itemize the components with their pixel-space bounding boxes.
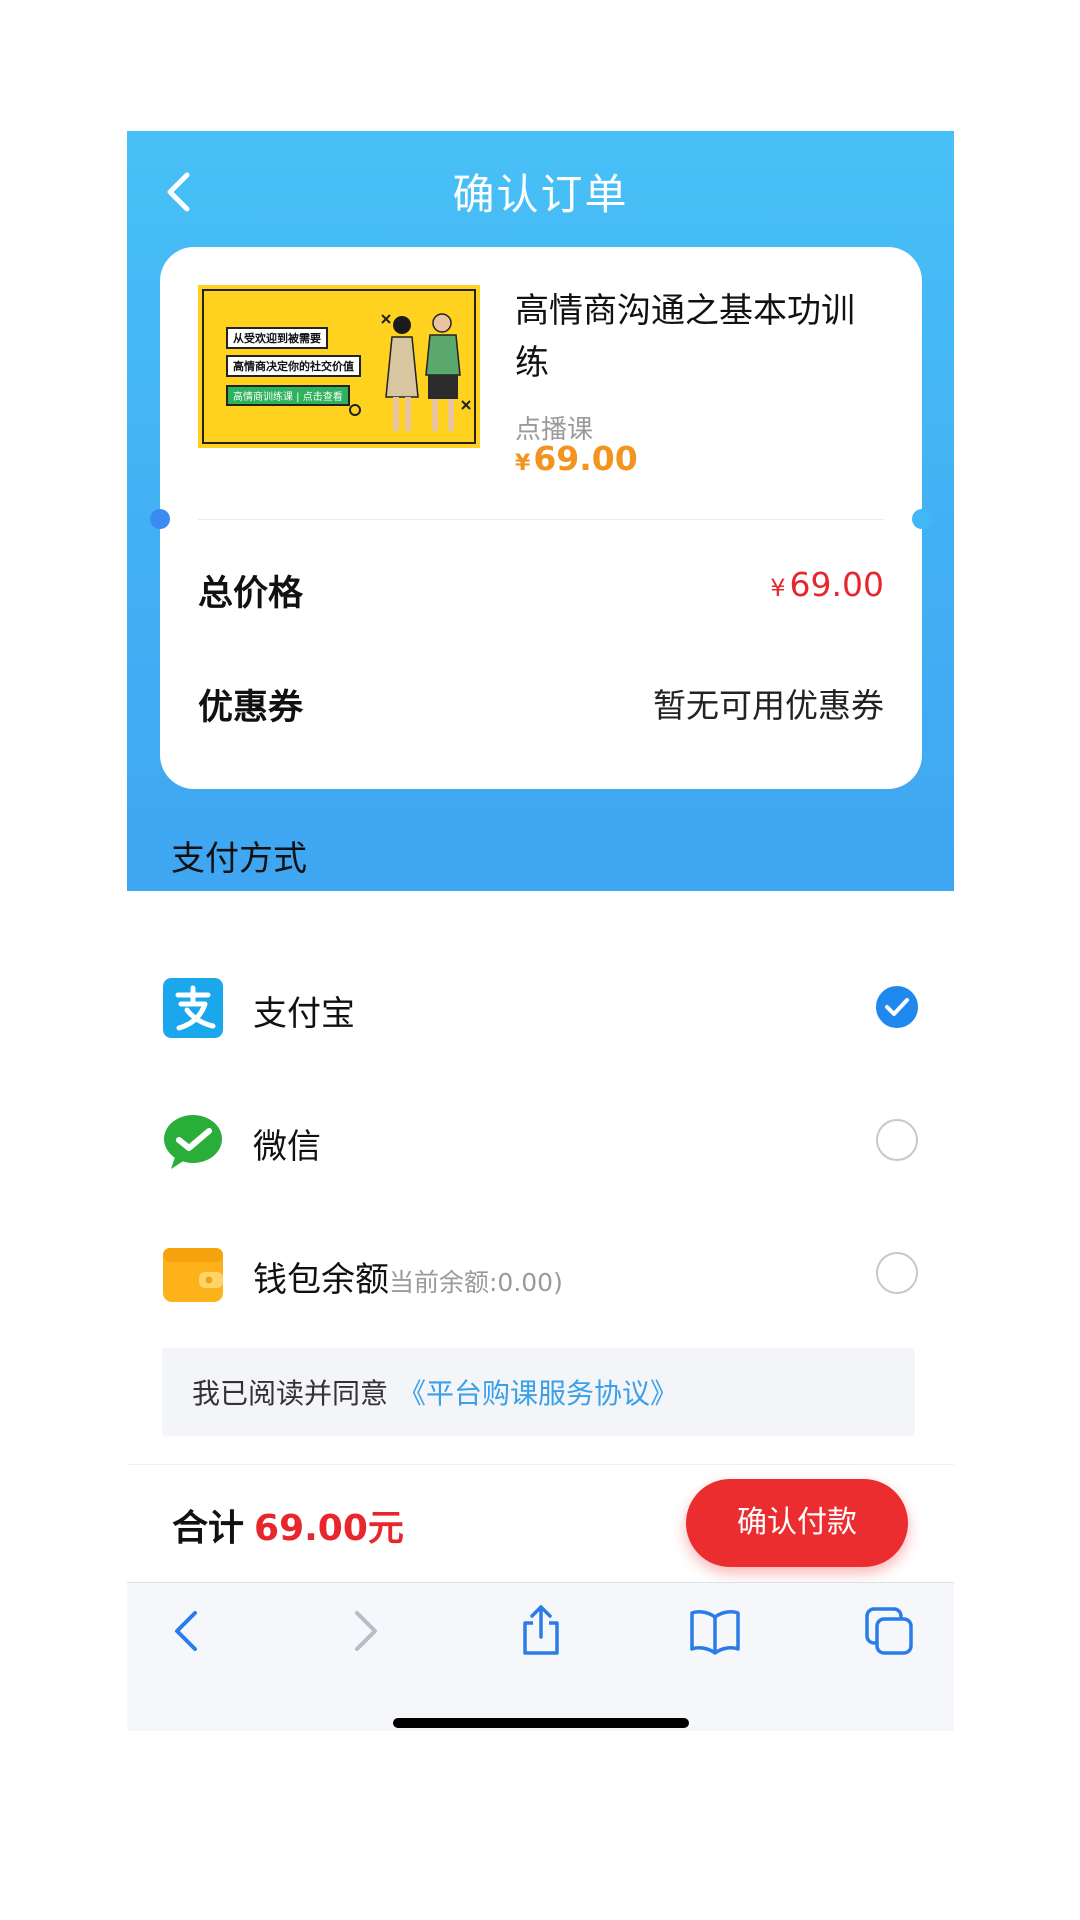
agreement-link[interactable]: 《平台购课服务协议》 [398,1377,678,1410]
share-icon[interactable] [513,1603,569,1659]
confirm-pay-button[interactable]: 确认付款 [686,1479,908,1567]
wechat-label: 微信 [253,1127,321,1167]
wallet-radio[interactable] [876,1252,918,1294]
course-name: 高情商沟通之基本功训练 [515,291,855,383]
alipay-label: 支付宝 [253,994,355,1034]
payment-option-wallet[interactable]: 钱包余额当前余额:0.00) [163,1244,918,1304]
wallet-balance-text: 当前余额:0.00) [389,1268,563,1297]
back-icon[interactable] [161,1603,217,1659]
checkout-bar: 合计 69.00元 确认付款 [127,1464,954,1583]
bookmarks-icon[interactable] [687,1603,743,1659]
thumbnail-tag-3: 高情商训练课 | 点击查看 [226,385,350,406]
total-yen-symbol: ¥ [770,574,786,602]
thumbnail-tag-2: 高情商决定你的社交价值 [226,355,361,377]
yen-symbol: ¥ [515,451,531,476]
alipay-icon [163,978,223,1038]
agreement-text: 我已阅读并同意 《平台购课服务协议》 [192,1372,678,1412]
order-card: 从受欢迎到被需要 高情商决定你的社交价值 高情商训练课 | 点击查看 高情商沟通… [150,247,932,789]
card-divider [198,519,884,520]
browser-toolbar [127,1582,954,1731]
checkmark-icon [885,998,909,1016]
total-price-value: ¥69.00 [770,565,884,604]
page-title: 确认订单 [452,170,629,219]
payment-option-wechat[interactable]: 微信 [163,1111,918,1171]
wechat-radio[interactable] [876,1119,918,1161]
alipay-radio-checked[interactable] [876,986,918,1028]
coupon-value[interactable]: 暂无可用优惠券 [653,679,884,727]
footer-total: 合计 69.00元 [172,1499,404,1551]
thumbnail-tag-1: 从受欢迎到被需要 [226,327,328,349]
footer-total-amount: 69.00元 [254,1508,404,1549]
forward-icon[interactable] [337,1603,393,1659]
decor-circle-icon [349,404,361,416]
payment-method-heading: 支付方式 [171,839,307,879]
course-thumbnail[interactable]: 从受欢迎到被需要 高情商决定你的社交价值 高情商训练课 | 点击查看 [198,285,480,448]
wallet-label: 钱包余额当前余额:0.00) [253,1252,563,1301]
wallet-label-text: 钱包余额 [253,1260,389,1300]
tabs-icon[interactable] [861,1603,917,1659]
total-price-label: 总价格 [198,574,304,614]
coupon-label: 优惠券 [198,688,304,728]
couple-illustration [381,313,471,431]
wallet-icon [163,1248,223,1302]
payment-option-alipay[interactable]: 支付宝 [163,978,918,1038]
wechat-icon [164,1115,222,1169]
header-area: 确认订单 从受欢迎到被需要 高情商决定你的社交价值 高情商训练课 | 点击查看 [127,131,954,891]
total-price-number: 69.00 [789,565,884,604]
course-price: ¥69.00 [515,439,638,478]
phone-screen: 确认订单 从受欢迎到被需要 高情商决定你的社交价值 高情商训练课 | 点击查看 [127,131,954,1731]
card-notch-right [912,509,932,529]
home-indicator [393,1718,689,1728]
footer-total-label: 合计 [172,1508,245,1549]
agreement-box: 我已阅读并同意 《平台购课服务协议》 [162,1348,915,1436]
agreement-prefix: 我已阅读并同意 [192,1377,389,1410]
course-price-value: 69.00 [533,439,638,478]
card-notch-left [150,509,170,529]
